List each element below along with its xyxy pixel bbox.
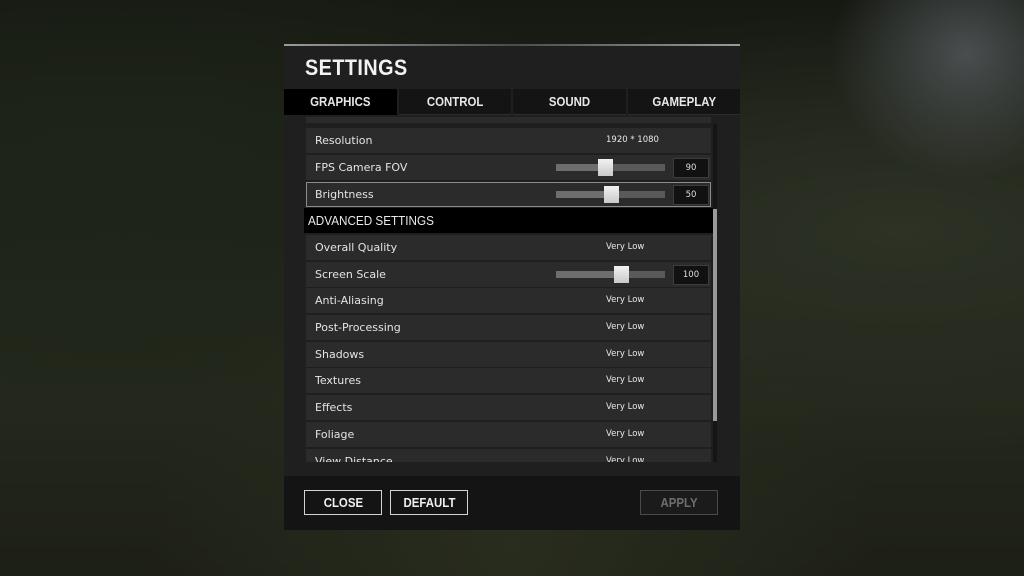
view-distance-label: View Distance — [315, 455, 393, 462]
resolution-value: 1920 * 1080 — [606, 135, 659, 145]
tab-graphics[interactable]: GRAPHICS — [284, 89, 397, 115]
brightness-label: Brightness — [315, 188, 374, 201]
apply-button-label: APPLY — [660, 495, 698, 510]
panel-top-border — [284, 44, 740, 46]
fov-value-box[interactable]: 90 — [673, 158, 709, 178]
post-processing-label: Post-Processing — [315, 321, 401, 334]
foliage-label: Foliage — [315, 428, 355, 441]
anti-aliasing-label: Anti-Aliasing — [315, 294, 384, 307]
row-effects[interactable]: Effects Very Low — [306, 395, 711, 420]
overall-quality-value[interactable]: Very Low — [606, 235, 644, 260]
shadows-value[interactable]: Very Low — [606, 342, 644, 367]
tab-control[interactable]: CONTROL — [398, 89, 511, 115]
row-textures[interactable]: Textures Very Low — [306, 368, 711, 393]
effects-value[interactable]: Very Low — [606, 395, 644, 420]
overall-quality-label: Overall Quality — [315, 241, 398, 254]
row-overall-quality[interactable]: Overall Quality Very Low — [306, 235, 711, 260]
settings-tabs: GRAPHICS CONTROL SOUND GAMEPLAY — [284, 89, 740, 115]
row-view-distance[interactable]: View Distance Very Low — [306, 449, 711, 462]
close-button-label: CLOSE — [323, 495, 363, 510]
row-cut-top — [306, 117, 711, 123]
brightness-slider-thumb[interactable] — [603, 186, 619, 203]
resolution-label: Resolution — [315, 134, 373, 147]
row-brightness[interactable]: Brightness 50 — [306, 182, 711, 207]
textures-value[interactable]: Very Low — [606, 368, 644, 393]
row-foliage[interactable]: Foliage Very Low — [306, 422, 711, 447]
anti-aliasing-value[interactable]: Very Low — [606, 288, 644, 313]
brightness-value-box[interactable]: 50 — [673, 185, 709, 205]
tab-control-label: CONTROL — [426, 94, 484, 109]
default-button-label: DEFAULT — [403, 495, 455, 510]
row-screen-scale[interactable]: Screen Scale 100 — [306, 262, 711, 287]
settings-list[interactable]: Resolution 1920 * 1080 FPS Camera FOV 90… — [284, 117, 719, 462]
settings-footer: CLOSE DEFAULT APPLY — [284, 476, 740, 530]
close-button[interactable]: CLOSE — [304, 490, 382, 515]
post-processing-value[interactable]: Very Low — [606, 315, 644, 340]
tab-gameplay[interactable]: GAMEPLAY — [627, 89, 740, 115]
screen-scale-label: Screen Scale — [315, 268, 386, 281]
advanced-settings-title: ADVANCED SETTINGS — [308, 213, 434, 228]
fov-slider-thumb[interactable] — [598, 159, 614, 176]
brightness-slider-fill — [556, 191, 611, 198]
row-resolution[interactable]: Resolution 1920 * 1080 — [306, 128, 711, 153]
tab-sound[interactable]: SOUND — [513, 89, 626, 115]
scrollbar-thumb[interactable] — [713, 209, 717, 421]
settings-panel: SETTINGS GRAPHICS CONTROL SOUND GAMEPLAY… — [284, 44, 740, 530]
foliage-value[interactable]: Very Low — [606, 422, 644, 447]
fov-label: FPS Camera FOV — [315, 161, 408, 174]
row-anti-aliasing[interactable]: Anti-Aliasing Very Low — [306, 288, 711, 313]
effects-label: Effects — [315, 401, 353, 414]
row-shadows[interactable]: Shadows Very Low — [306, 342, 711, 367]
settings-title: SETTINGS — [305, 55, 408, 80]
brightness-slider[interactable] — [556, 186, 665, 203]
tab-graphics-label: GRAPHICS — [310, 94, 371, 109]
shadows-label: Shadows — [315, 348, 365, 361]
default-button[interactable]: DEFAULT — [390, 490, 468, 515]
screen-scale-slider-thumb[interactable] — [614, 266, 630, 283]
row-fps-camera-fov[interactable]: FPS Camera FOV 90 — [306, 155, 711, 180]
fov-slider[interactable] — [556, 159, 665, 176]
textures-label: Textures — [315, 374, 361, 387]
advanced-settings-header: ADVANCED SETTINGS — [304, 208, 713, 233]
tab-gameplay-label: GAMEPLAY — [651, 94, 716, 109]
screen-scale-slider[interactable] — [556, 266, 665, 283]
row-post-processing[interactable]: Post-Processing Very Low — [306, 315, 711, 340]
apply-button[interactable]: APPLY — [640, 490, 718, 515]
screen-scale-value-box[interactable]: 100 — [673, 265, 709, 285]
view-distance-value[interactable]: Very Low — [606, 449, 644, 462]
tab-sound-label: SOUND — [548, 94, 590, 109]
screen-scale-slider-fill — [556, 271, 622, 278]
